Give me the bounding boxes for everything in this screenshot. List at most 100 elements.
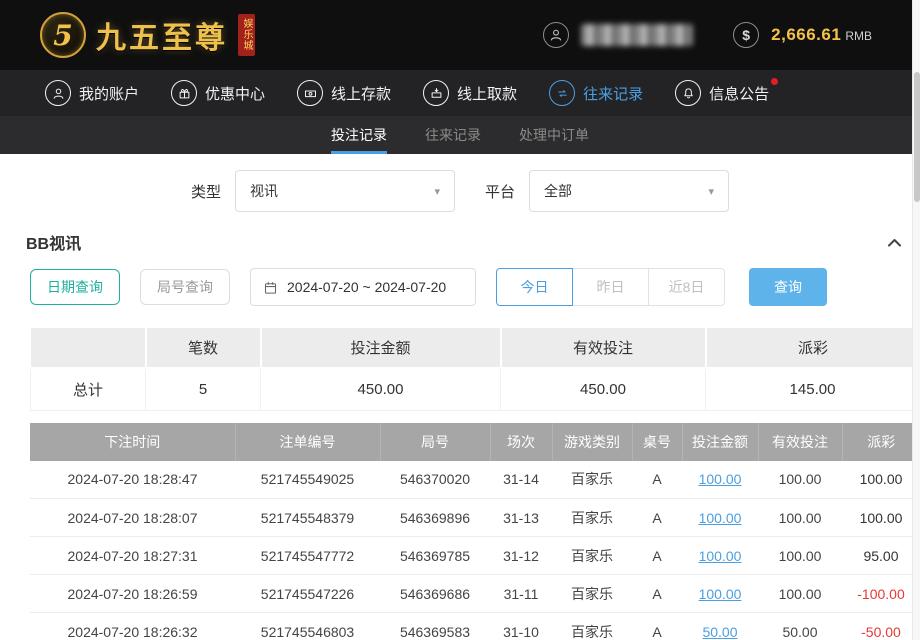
table-row: 2024-07-20 18:28:47 521745549025 5463700… (30, 461, 920, 499)
cell-valid-bet: 100.00 (758, 499, 842, 537)
today-button[interactable]: 今日 (496, 268, 573, 306)
cell-session: 31-14 (490, 461, 552, 499)
tab-label: 投注记录 (331, 125, 387, 145)
summary-header-count: 笔数 (146, 328, 261, 368)
section-header: BB视讯 (0, 230, 920, 254)
cell-order-number: 521745546803 (235, 613, 380, 640)
tab-bet-records[interactable]: 投注记录 (331, 116, 387, 154)
nav-item-withdrawal[interactable]: 线上取款 (423, 80, 517, 106)
scrollbar-track[interactable] (912, 0, 920, 640)
cell-payout: 95.00 (863, 548, 898, 564)
balance-currency: RMB (845, 29, 872, 43)
nav-item-announcements[interactable]: 信息公告 (675, 80, 769, 106)
col-table-number: 桌号 (632, 423, 682, 461)
sub-nav: 投注记录 往来记录 处理中订单 (0, 116, 920, 154)
nav-item-transaction-records[interactable]: 往来记录 (549, 80, 643, 106)
type-label: 类型 (191, 181, 221, 202)
cell-table-number: A (632, 499, 682, 537)
withdraw-icon (423, 80, 449, 106)
platform-select[interactable]: 全部 ▾ (529, 170, 729, 212)
filter-row: 类型 视讯 ▾ 平台 全部 ▾ (0, 170, 920, 212)
col-game-type: 游戏类别 (552, 423, 632, 461)
summary-header-blank (31, 328, 146, 368)
date-range-input[interactable]: 2024-07-20 ~ 2024-07-20 (250, 268, 476, 306)
bet-amount-link[interactable]: 100.00 (699, 510, 742, 526)
tab-processing-orders[interactable]: 处理中订单 (519, 116, 589, 154)
cell-order-number: 521745548379 (235, 499, 380, 537)
col-bet-time: 下注时间 (30, 423, 235, 461)
account-area: $ 2,666.61 RMB (543, 22, 872, 48)
site-logo[interactable]: 5 九五至尊 娱乐城 (40, 12, 255, 58)
summary-header-bet: 投注金额 (261, 328, 501, 368)
cell-payout: 100.00 (860, 510, 903, 526)
summary-header-row: 笔数 投注金额 有效投注 派彩 (31, 328, 920, 368)
cell-session: 31-10 (490, 613, 552, 640)
cell-valid-bet: 100.00 (758, 537, 842, 575)
deposit-icon (297, 80, 323, 106)
bet-amount-link[interactable]: 100.00 (699, 548, 742, 564)
cell-session: 31-11 (490, 575, 552, 613)
bell-icon (675, 80, 701, 106)
records-icon (549, 80, 575, 106)
nav-label: 线上取款 (457, 83, 517, 104)
type-select-value: 视讯 (250, 181, 278, 201)
summary-total-label: 总计 (31, 368, 146, 410)
table-row: 2024-07-20 18:26:59 521745547226 5463696… (30, 575, 920, 613)
brand-name: 九五至尊 (96, 13, 228, 57)
table-row: 2024-07-20 18:28:07 521745548379 5463698… (30, 499, 920, 537)
cell-game-type: 百家乐 (552, 575, 632, 613)
round-query-button[interactable]: 局号查询 (140, 269, 230, 305)
summary-valid: 450.00 (501, 368, 706, 410)
brand-badge: 娱乐城 (238, 14, 255, 56)
date-query-button[interactable]: 日期查询 (30, 269, 120, 305)
bet-amount-link[interactable]: 50.00 (702, 624, 737, 640)
cell-order-number: 521745549025 (235, 461, 380, 499)
tab-label: 处理中订单 (519, 125, 589, 145)
table-row: 2024-07-20 18:27:31 521745547772 5463697… (30, 537, 920, 575)
last8days-button[interactable]: 近8日 (648, 268, 725, 306)
nav-item-deposit[interactable]: 线上存款 (297, 80, 391, 106)
cell-round-number: 546369583 (380, 613, 490, 640)
type-select[interactable]: 视讯 ▾ (235, 170, 455, 212)
collapse-chevron-icon[interactable] (883, 233, 906, 252)
cell-round-number: 546369896 (380, 499, 490, 537)
cell-table-number: A (632, 613, 682, 640)
bet-amount-link[interactable]: 100.00 (699, 586, 742, 602)
summary-table: 笔数 投注金额 有效投注 派彩 总计 5 450.00 450.00 145.0… (30, 328, 920, 411)
platform-select-value: 全部 (544, 181, 572, 201)
cell-bet-time: 2024-07-20 18:28:47 (30, 461, 235, 499)
summary-payout: 145.00 (706, 368, 920, 410)
col-bet-amount: 投注金额 (682, 423, 758, 461)
col-order-number: 注单编号 (235, 423, 380, 461)
user-icon (45, 80, 71, 106)
detail-header-row: 下注时间 注单编号 局号 场次 游戏类别 桌号 投注金额 有效投注 派彩 (30, 423, 920, 461)
col-payout: 派彩 (842, 423, 920, 461)
bet-amount-link[interactable]: 100.00 (699, 471, 742, 487)
dollar-icon: $ (733, 22, 759, 48)
nav-item-my-account[interactable]: 我的账户 (45, 80, 139, 106)
cell-table-number: A (632, 537, 682, 575)
cell-session: 31-12 (490, 537, 552, 575)
search-button[interactable]: 查询 (749, 268, 827, 306)
date-range-value: 2024-07-20 ~ 2024-07-20 (287, 279, 446, 295)
summary-header-payout: 派彩 (706, 328, 920, 368)
cell-game-type: 百家乐 (552, 499, 632, 537)
summary-total-row: 总计 5 450.00 450.00 145.00 (31, 368, 920, 410)
tab-transaction-records[interactable]: 往来记录 (425, 116, 481, 154)
yesterday-button[interactable]: 昨日 (572, 268, 649, 306)
cell-valid-bet: 100.00 (758, 575, 842, 613)
query-row: 日期查询 局号查询 2024-07-20 ~ 2024-07-20 今日 昨日 … (0, 268, 920, 306)
notification-dot (771, 78, 778, 85)
quick-range-group: 今日 昨日 近8日 (496, 268, 725, 306)
cell-bet-time: 2024-07-20 18:26:59 (30, 575, 235, 613)
cell-valid-bet: 100.00 (758, 461, 842, 499)
user-avatar-icon[interactable] (543, 22, 569, 48)
balance-amount: 2,666.61 (771, 25, 841, 44)
cell-table-number: A (632, 575, 682, 613)
username-censored (581, 24, 693, 46)
scrollbar-thumb[interactable] (914, 72, 920, 202)
cell-bet-time: 2024-07-20 18:28:07 (30, 499, 235, 537)
table-row: 2024-07-20 18:26:32 521745546803 5463695… (30, 613, 920, 640)
nav-label: 往来记录 (583, 83, 643, 104)
nav-item-promotions[interactable]: 优惠中心 (171, 80, 265, 106)
